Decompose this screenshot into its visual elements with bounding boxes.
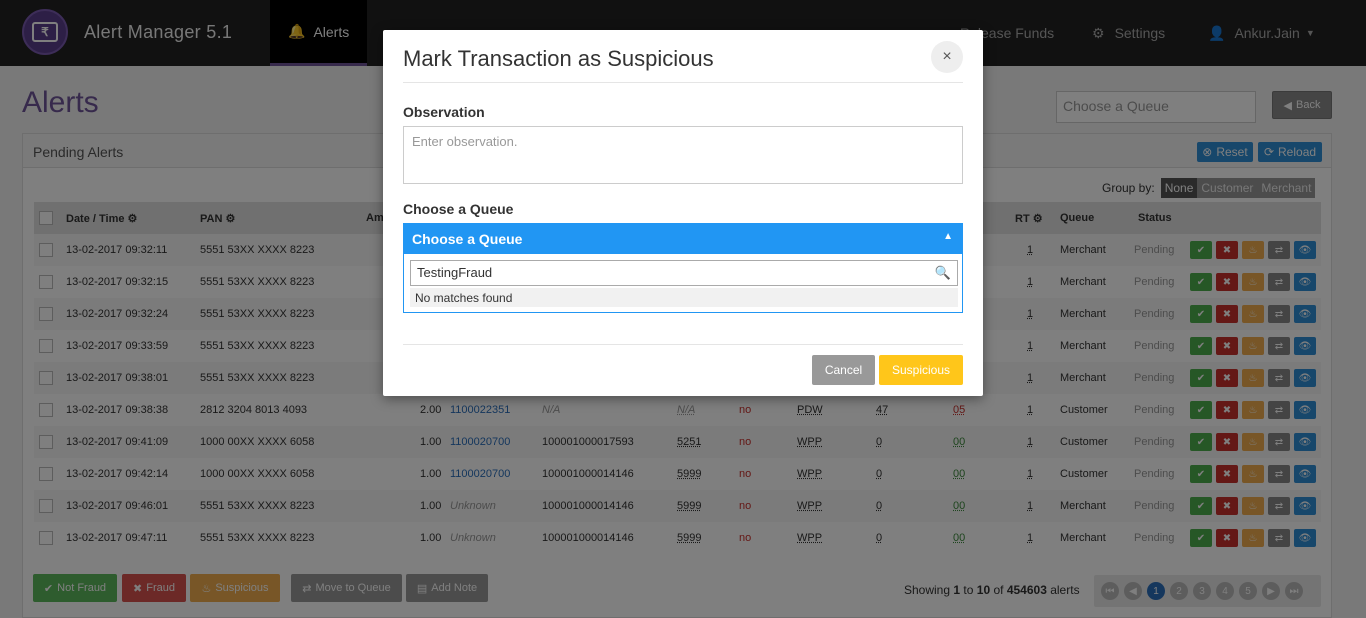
- queue-dropdown-label: Choose a Queue: [412, 231, 523, 247]
- modal-footer-divider: [403, 344, 963, 345]
- suspicious-modal: Mark Transaction as Suspicious × Observa…: [383, 30, 983, 396]
- suspicious-confirm-button[interactable]: Suspicious: [879, 355, 963, 385]
- queue-search-value: TestingFraud: [417, 265, 493, 280]
- queue-dropdown-menu: TestingFraud 🔍 No matches found: [403, 254, 963, 313]
- cancel-button[interactable]: Cancel: [812, 355, 875, 385]
- observation-label: Observation: [403, 104, 485, 120]
- observation-textarea[interactable]: Enter observation.: [403, 126, 963, 184]
- no-matches-message: No matches found: [410, 288, 958, 307]
- close-icon[interactable]: ×: [931, 41, 963, 73]
- modal-title: Mark Transaction as Suspicious: [403, 46, 714, 71]
- modal-divider: [403, 82, 963, 83]
- search-icon: 🔍: [934, 265, 951, 280]
- queue-label: Choose a Queue: [403, 201, 514, 217]
- chevron-up-icon: ▲: [943, 231, 953, 242]
- queue-search-input[interactable]: TestingFraud 🔍: [410, 260, 958, 286]
- queue-dropdown[interactable]: Choose a Queue ▲: [403, 223, 963, 254]
